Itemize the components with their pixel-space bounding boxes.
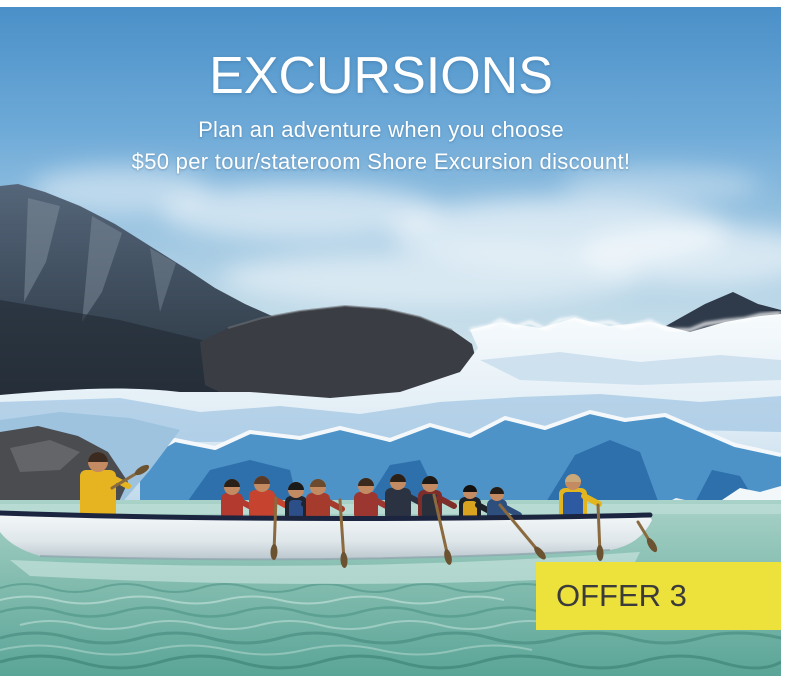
subtitle-line-2: $50 per tour/stateroom Shore Excursion d…: [131, 149, 631, 174]
paddler-torso: [249, 490, 275, 520]
promo-banner: EXCURSIONS Plan an adventure when you ch…: [0, 0, 787, 682]
paddle-shaft: [272, 496, 278, 554]
paddler-torso: [354, 492, 378, 520]
page-title: EXCURSIONS: [209, 47, 553, 105]
offer-badge: OFFER 3: [536, 562, 781, 630]
paddler-torso: [385, 488, 411, 520]
headline-block: EXCURSIONS Plan an adventure when you ch…: [0, 0, 762, 190]
cloud: [220, 250, 640, 306]
subtitle-line-1: Plan an adventure when you choose: [198, 117, 564, 142]
offer-badge-label: OFFER 3: [556, 578, 687, 613]
